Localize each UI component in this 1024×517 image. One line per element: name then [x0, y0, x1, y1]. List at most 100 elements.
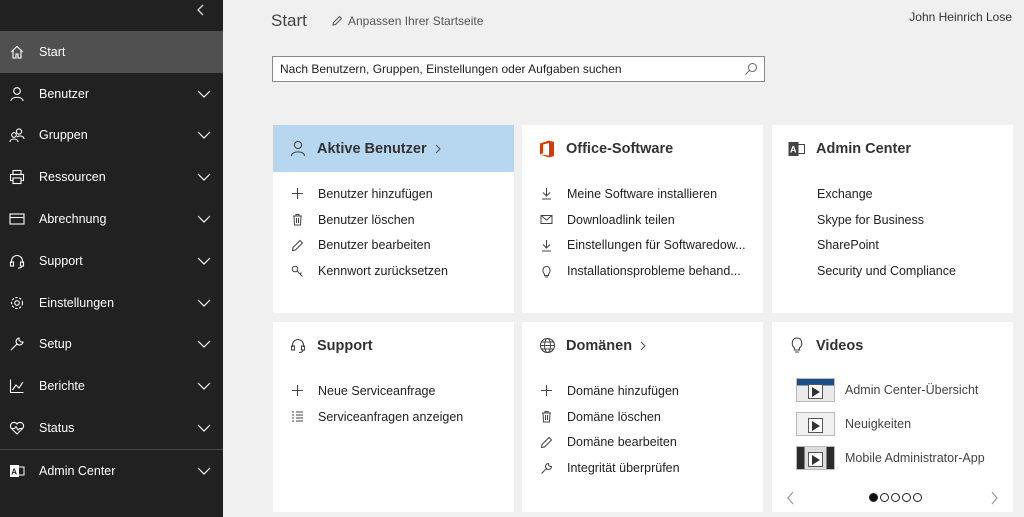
- sidebar-item-label: Start: [39, 44, 66, 59]
- reset-password-link[interactable]: Kennwort zurücksetzen: [273, 258, 514, 284]
- heartbeat-icon: [9, 421, 25, 435]
- install-problems-link[interactable]: Installationsprobleme behand...: [522, 258, 763, 284]
- plus-icon: [541, 385, 552, 397]
- sidebar-item-label: Berichte: [39, 379, 85, 394]
- mail-icon: [540, 215, 553, 225]
- sidebar-item-abrechnung[interactable]: Abrechnung: [0, 198, 223, 240]
- sidebar-item-benutzer[interactable]: Benutzer: [0, 73, 223, 115]
- chevron-down-icon[interactable]: [197, 172, 211, 182]
- add-user-link[interactable]: Benutzer hinzufügen: [273, 181, 514, 207]
- chevron-down-icon[interactable]: [197, 339, 211, 349]
- sidebar-item-start[interactable]: Start: [0, 31, 223, 73]
- carousel-dot[interactable]: [891, 493, 900, 502]
- card-header: Videos: [772, 322, 1013, 369]
- card-domains: Domänen Domäne hinzufügen Domäne löschen…: [522, 322, 763, 512]
- collapse-chevron-icon[interactable]: [193, 2, 209, 18]
- carousel-dot[interactable]: [913, 493, 922, 502]
- card-office-software: Office-Software Meine Software installie…: [522, 125, 763, 313]
- search-input[interactable]: [273, 57, 733, 81]
- carousel-dot[interactable]: [869, 493, 878, 502]
- svg-text:A: A: [790, 144, 797, 154]
- admin-center-icon: A: [788, 141, 805, 156]
- gear-icon: [10, 296, 24, 309]
- chart-icon: [9, 379, 24, 394]
- delete-user-link[interactable]: Benutzer löschen: [273, 207, 514, 233]
- pencil-icon: [332, 15, 343, 26]
- search-box: [272, 56, 765, 82]
- sidebar-item-setup[interactable]: Setup: [0, 324, 223, 366]
- user-name[interactable]: John Heinrich Lose: [909, 10, 1012, 24]
- sidebar-item-label: Einstellungen: [39, 295, 115, 310]
- sidebar-item-label: Benutzer: [39, 86, 90, 101]
- card-header: A Admin Center: [772, 125, 1013, 172]
- carousel-dot[interactable]: [902, 493, 911, 502]
- check-health-link[interactable]: Integrität überprüfen: [522, 455, 763, 481]
- chevron-right-icon: [435, 144, 441, 153]
- sidebar-item-gruppen[interactable]: Gruppen: [0, 115, 223, 157]
- edit-user-link[interactable]: Benutzer bearbeiten: [273, 233, 514, 259]
- video-carousel-controls: [772, 491, 1013, 505]
- sidebar-item-admin-center[interactable]: A Admin Center: [0, 450, 223, 492]
- view-service-requests-link[interactable]: Serviceanfragen anzeigen: [273, 404, 514, 430]
- card-title: Domänen: [566, 337, 633, 354]
- card-videos: Videos Admin Center-Übersicht Neuigkeite…: [772, 322, 1013, 512]
- share-download-link[interactable]: Downloadlink teilen: [522, 207, 763, 233]
- video-item[interactable]: Admin Center-Übersicht: [772, 373, 1013, 407]
- wrench-icon: [541, 462, 553, 474]
- video-item[interactable]: Neuigkeiten: [772, 407, 1013, 441]
- chevron-down-icon[interactable]: [197, 298, 211, 308]
- video-item[interactable]: Mobile Administrator-App: [772, 441, 1013, 475]
- search-icon[interactable]: [744, 62, 758, 76]
- delete-domain-link[interactable]: Domäne löschen: [522, 404, 763, 430]
- software-download-settings-link[interactable]: Einstellungen für Softwaredow...: [522, 233, 763, 259]
- card-title: Admin Center: [816, 140, 912, 157]
- card-title: Videos: [816, 337, 864, 354]
- sidebar-item-einstellungen[interactable]: Einstellungen: [0, 282, 223, 324]
- chevron-down-icon[interactable]: [197, 466, 211, 476]
- sidebar-item-support[interactable]: Support: [0, 240, 223, 282]
- chevron-down-icon[interactable]: [197, 381, 211, 391]
- skype-for-business-link[interactable]: Skype for Business: [772, 207, 1013, 233]
- new-service-request-link[interactable]: Neue Serviceanfrage: [273, 378, 514, 404]
- carousel-dot[interactable]: [880, 493, 889, 502]
- customize-label: Anpassen Ihrer Startseite: [348, 14, 484, 28]
- exchange-link[interactable]: Exchange: [772, 181, 1013, 207]
- chevron-right-icon[interactable]: [989, 491, 999, 505]
- video-thumbnail: [796, 446, 835, 470]
- list-icon: [292, 411, 303, 422]
- card-header[interactable]: Aktive Benutzer: [273, 125, 514, 172]
- trash-icon: [542, 411, 551, 423]
- sidebar-item-label: Abrechnung: [39, 212, 107, 227]
- chevron-down-icon[interactable]: [197, 214, 211, 224]
- install-software-link[interactable]: Meine Software installieren: [522, 181, 763, 207]
- edit-domain-link[interactable]: Domäne bearbeiten: [522, 430, 763, 456]
- card-admin-center: A Admin Center Exchange Skype for Busine…: [772, 125, 1013, 313]
- card-title: Aktive Benutzer: [317, 140, 427, 157]
- page-title: Start: [271, 11, 307, 30]
- add-domain-link[interactable]: Domäne hinzufügen: [522, 378, 763, 404]
- sidebar-item-ressourcen[interactable]: Ressourcen: [0, 156, 223, 198]
- sidebar-item-label: Status: [39, 421, 75, 436]
- video-thumbnail: [796, 412, 835, 436]
- user-icon: [10, 86, 24, 101]
- sidebar-item-berichte[interactable]: Berichte: [0, 365, 223, 407]
- chevron-down-icon[interactable]: [197, 423, 211, 433]
- sidebar-item-status[interactable]: Status: [0, 407, 223, 449]
- card-header[interactable]: Domänen: [522, 322, 763, 369]
- video-thumbnail: [796, 378, 835, 402]
- sharepoint-link[interactable]: SharePoint: [772, 233, 1013, 259]
- pencil-icon: [540, 436, 553, 449]
- chevron-left-icon[interactable]: [786, 491, 796, 505]
- sidebar-item-label: Gruppen: [39, 128, 88, 143]
- sidebar: Start Benutzer Gruppen Ressourcen Abrech…: [0, 0, 223, 517]
- chevron-down-icon[interactable]: [197, 89, 211, 99]
- headset-icon: [9, 254, 25, 269]
- globe-icon: [539, 337, 555, 354]
- card-support: Support Neue Serviceanfrage Serviceanfra…: [273, 322, 514, 512]
- headset-icon: [290, 339, 306, 354]
- security-compliance-link[interactable]: Security und Compliance: [772, 258, 1013, 284]
- chevron-down-icon[interactable]: [197, 256, 211, 266]
- customize-link[interactable]: Anpassen Ihrer Startseite: [331, 14, 483, 28]
- chevron-down-icon[interactable]: [197, 130, 211, 140]
- wrench-icon: [10, 337, 24, 351]
